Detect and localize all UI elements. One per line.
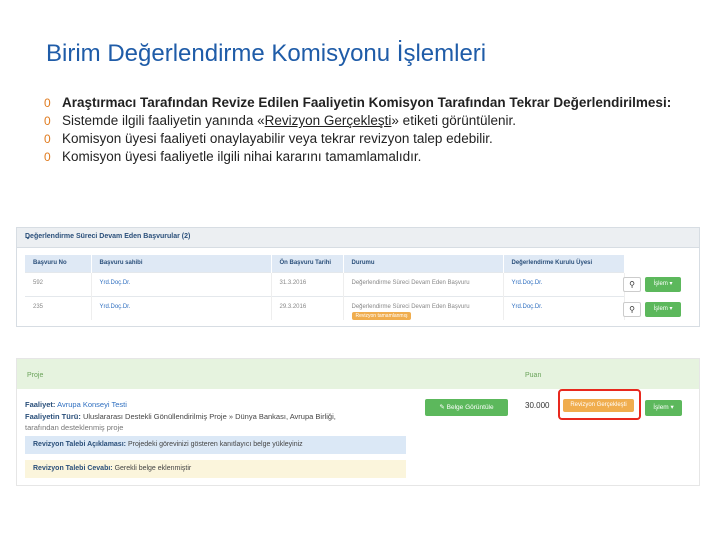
edit-icon: ✎ [439, 404, 445, 411]
score-column-label: Puan [525, 372, 542, 379]
chevron-down-icon[interactable]: ⌄ [25, 233, 691, 241]
revision-response-value: Gerekli belge eklenmiştir [114, 465, 192, 472]
revision-request-value: Projedeki görevinizi gösteren kanıtlayıc… [127, 441, 303, 448]
cell-date: 31.3.2016 [271, 271, 344, 296]
slide-title: Birim Değerlendirme Komisyonu İşlemleri [46, 40, 487, 67]
cell-member-link[interactable]: Yrd.Doç.Dr. [503, 271, 625, 296]
column-header[interactable]: Ön Başvuru Tarihi [271, 255, 344, 272]
highlight-box [558, 389, 641, 420]
activity-value[interactable]: Avrupa Konseyi Testi [57, 400, 127, 409]
project-detail-panel: Proje Puan Faaliyet: Avrupa Konseyi Test… [16, 358, 700, 486]
cell-owner-link[interactable]: Yrd.Doç.Dr. [91, 271, 272, 296]
search-button[interactable]: ⚲ [623, 302, 641, 317]
column-header[interactable]: Değerlendirme Kurulu Üyesi [503, 255, 625, 272]
view-document-button[interactable]: ✎ Belge Görüntüle [425, 399, 508, 416]
activity-label: Faaliyet: [25, 400, 56, 409]
table-row: 592 Yrd.Doç.Dr. 31.3.2016 Değerlendirme … [25, 271, 625, 296]
action-button[interactable]: İşlem ▾ [645, 277, 681, 292]
bullet-text: Araştırmacı Tarafından Revize Edilen Faa… [62, 95, 672, 110]
bullet-text: Komisyon üyesi faaliyetle ilgili nihai k… [62, 149, 422, 164]
project-column-label: Proje [27, 372, 44, 379]
applications-panel: Değerlendirme Süreci Devam Eden Başvurul… [16, 227, 700, 327]
bullet-text: » etiketi görüntülenir. [391, 113, 517, 128]
cell-date: 29.3.2016 [271, 295, 344, 320]
table-header-row: Başvuru No Başvuru sahibi Ön Başvuru Tar… [25, 255, 625, 272]
status-badge: Revizyon tamamlanmış [351, 311, 412, 320]
column-header[interactable]: Durumu [343, 255, 504, 272]
bullet-marker: 0 [44, 132, 51, 146]
score-value: 30.000 [525, 401, 550, 410]
bullet-text: Sistemde ilgili faaliyetin yanında « [62, 113, 265, 128]
bullet-marker: 0 [44, 150, 51, 164]
bullet-item: 0 Araştırmacı Tarafından Revize Edilen F… [44, 94, 684, 112]
bullet-item: 0 Sistemde ilgili faaliyetin yanında «Re… [44, 112, 684, 130]
revision-response-label: Revizyon Talebi Cevabı: [33, 465, 113, 472]
cell-status: Değerlendirme Süreci Devam Eden Başvuru [343, 271, 504, 296]
revision-response-bar: Revizyon Talebi Cevabı: Gerekli belge ek… [25, 460, 406, 478]
cell-no: 592 [25, 271, 92, 296]
bullet-marker: 0 [44, 114, 51, 128]
search-icon: ⚲ [629, 305, 635, 314]
column-header[interactable]: Başvuru sahibi [91, 255, 272, 272]
cell-member-link[interactable]: Yrd.Doç.Dr. [503, 295, 625, 320]
revision-request-bar: Revizyon Talebi Açıklaması: Projedeki gö… [25, 436, 406, 454]
status-text: Değerlendirme Süreci Devam Eden Başvuru [351, 303, 470, 310]
action-button[interactable]: İşlem ▾ [645, 302, 681, 317]
activity-type-label: Faaliyetin Türü: [25, 412, 81, 421]
activity-type-value: Uluslararası Destekli Gönüllendirilmiş P… [82, 412, 336, 421]
action-button[interactable]: İşlem ▾ [645, 400, 682, 416]
project-header: Proje Puan [17, 359, 699, 389]
activity-type-line: Faaliyetin Türü: Uluslararası Destekli G… [25, 412, 336, 421]
table-row: 235 Yrd.Doç.Dr. 29.3.2016 Değerlendirme … [25, 295, 625, 320]
search-button[interactable]: ⚲ [623, 277, 641, 292]
cell-owner-link[interactable]: Yrd.Doç.Dr. [91, 295, 272, 320]
cell-no: 235 [25, 295, 92, 320]
bullet-list: 0 Araştırmacı Tarafından Revize Edilen F… [44, 94, 684, 166]
bullet-text: Komisyon üyesi faaliyeti onaylayabilir v… [62, 131, 493, 146]
panel-header[interactable]: Değerlendirme Süreci Devam Eden Başvurul… [17, 228, 699, 248]
activity-type-value-cont: tarafından desteklenmiş proje [25, 423, 124, 432]
view-document-label: Belge Görüntüle [446, 404, 494, 411]
activity-line: Faaliyet: Avrupa Konseyi Testi [25, 400, 127, 409]
cell-status: Değerlendirme Süreci Devam Eden Başvuru … [343, 295, 504, 320]
search-icon: ⚲ [629, 280, 635, 289]
column-header[interactable]: Başvuru No [25, 255, 92, 272]
revision-request-label: Revizyon Talebi Açıklaması: [33, 441, 126, 448]
bullet-tag-name: Revizyon Gerçekleşti [264, 113, 392, 128]
bullet-marker: 0 [44, 96, 51, 110]
bullet-item: 0 Komisyon üyesi faaliyeti onaylayabilir… [44, 130, 684, 148]
bullet-item: 0 Komisyon üyesi faaliyetle ilgili nihai… [44, 148, 684, 166]
applications-table: Başvuru No Başvuru sahibi Ön Başvuru Tar… [25, 255, 625, 320]
